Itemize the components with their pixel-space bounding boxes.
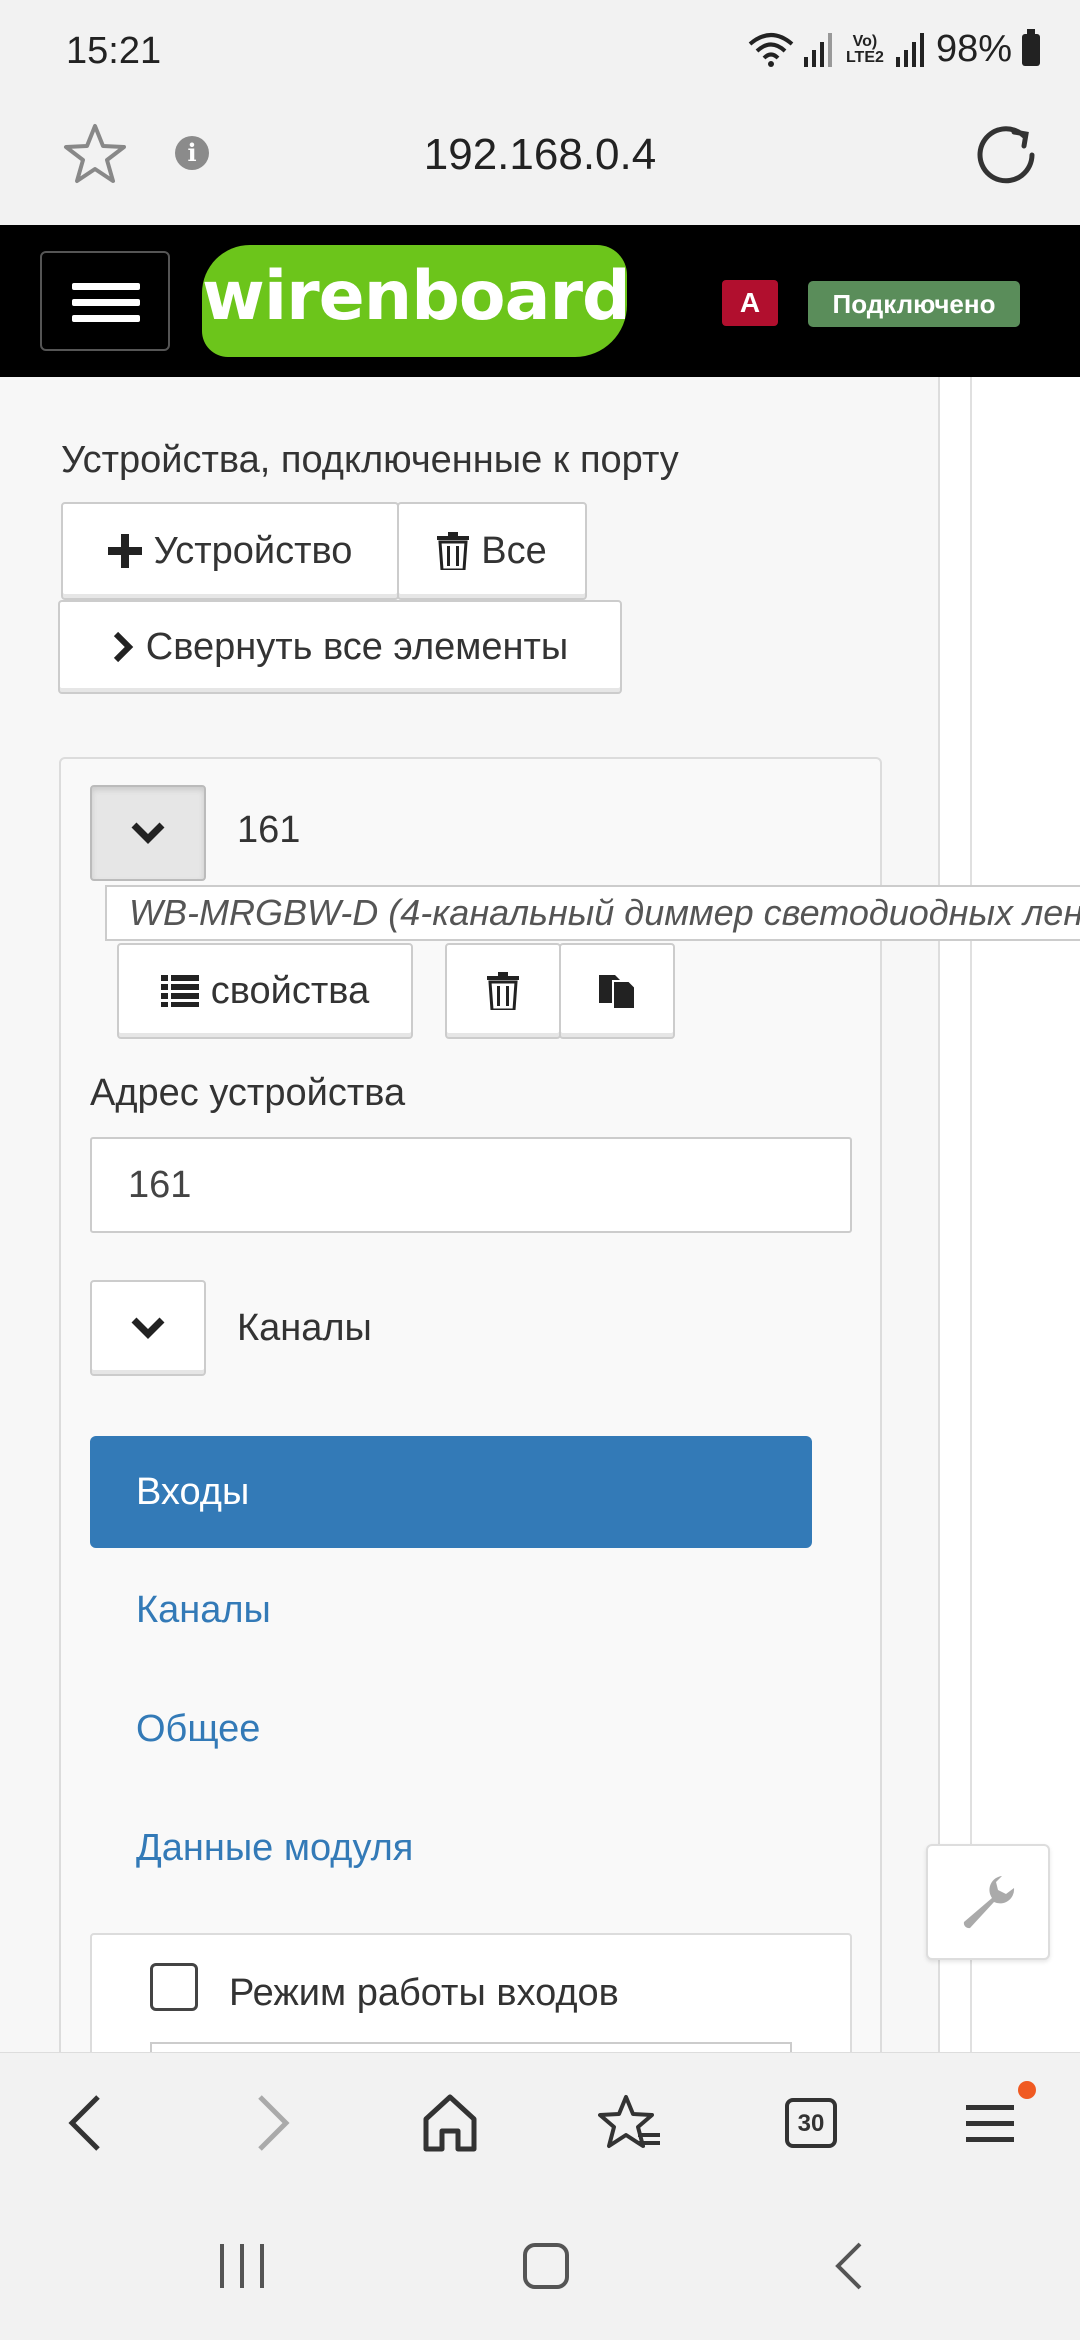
menu-icon-bar: [72, 283, 140, 290]
home-icon[interactable]: [422, 2093, 478, 2153]
properties-label: свойства: [210, 969, 370, 1012]
status-icons: Vo) LTE2 98%: [748, 28, 1040, 71]
delete-all-button[interactable]: Все: [397, 502, 587, 600]
chevron-down-icon: [131, 822, 165, 844]
wrench-icon: [963, 1876, 1015, 1929]
device-collapse-toggle[interactable]: [90, 785, 206, 881]
device-properties-button[interactable]: свойства: [117, 943, 413, 1039]
battery-percent: 98%: [935, 28, 1012, 70]
notification-dot: [1018, 2081, 1036, 2099]
back-system-icon[interactable]: [832, 2240, 866, 2292]
menu-button[interactable]: [40, 251, 170, 351]
device-type-select[interactable]: WB-MRGBW-D (4-канальный диммер светодиод…: [105, 885, 1080, 941]
copy-icon: [599, 975, 636, 1010]
trash-icon: [487, 972, 519, 1010]
status-bar: 15:21 Vo) LTE2 98%: [0, 0, 1080, 100]
chevron-down-icon: [131, 1317, 165, 1339]
app-navbar: wirenboard A Подключено: [0, 225, 1080, 377]
reload-icon[interactable]: [974, 122, 1040, 188]
inputs-mode-checkbox[interactable]: [150, 1963, 198, 2011]
badge-a: A: [722, 280, 778, 326]
wifi-icon: [748, 32, 794, 67]
add-device-button[interactable]: Устройство: [61, 502, 399, 600]
settings-wrench-button[interactable]: [926, 1844, 1050, 1960]
inputs-mode-select[interactable]: [150, 2042, 792, 2052]
tab-channels[interactable]: Каналы: [90, 1554, 812, 1666]
forward-icon[interactable]: [252, 2093, 292, 2153]
signal-icon-2: [895, 32, 924, 67]
home-system-icon[interactable]: [522, 2242, 570, 2290]
status-time: 15:21: [66, 30, 162, 72]
channels-collapse-toggle[interactable]: [90, 1280, 206, 1376]
menu-icon-bar: [72, 299, 140, 306]
divider: [970, 377, 972, 2052]
delete-all-label: Все: [481, 529, 547, 572]
device-number: 161: [237, 809, 301, 851]
signal-icon: [803, 32, 832, 67]
chevron-right-icon: [113, 631, 133, 663]
device-address-input[interactable]: 161: [90, 1137, 852, 1233]
menu-icon-bar: [72, 315, 140, 322]
collapse-all-button[interactable]: Свернуть все элементы: [58, 600, 622, 694]
inputs-mode-label: Режим работы входов: [229, 1972, 619, 2014]
channels-section-label: Каналы: [237, 1307, 372, 1349]
wirenboard-logo[interactable]: wirenboard: [202, 245, 631, 357]
connection-status-badge: Подключено: [808, 281, 1020, 327]
tabs-count-button[interactable]: 30: [785, 2098, 837, 2148]
browser-address-bar: i 192.168.0.4: [0, 100, 1080, 225]
tab-inputs[interactable]: Входы: [90, 1436, 812, 1548]
main-content: Устройства, подключенные к порту Устройс…: [0, 377, 1080, 2052]
delete-device-button[interactable]: [445, 943, 561, 1039]
copy-device-button[interactable]: [559, 943, 675, 1039]
bookmarks-icon[interactable]: [598, 2093, 662, 2153]
recent-apps-icon[interactable]: [218, 2242, 268, 2290]
browser-toolbar: 30: [0, 2052, 1080, 2192]
tab-module-data[interactable]: Данные модуля: [90, 1792, 812, 1904]
list-icon: [160, 975, 199, 1007]
collapse-all-label: Свернуть все элементы: [145, 625, 569, 668]
trash-icon: [437, 532, 470, 570]
lte-label: Vo) LTE2: [845, 32, 884, 66]
back-icon[interactable]: [66, 2093, 106, 2153]
device-address-label: Адрес устройства: [90, 1072, 406, 1114]
plus-icon: [107, 534, 142, 568]
url-field[interactable]: 192.168.0.4: [0, 130, 1080, 180]
system-nav-bar: [0, 2192, 1080, 2340]
port-devices-title: Устройства, подключенные к порту: [61, 439, 679, 481]
tab-general[interactable]: Общее: [90, 1673, 812, 1785]
browser-menu-icon[interactable]: [966, 2093, 1016, 2153]
add-device-label: Устройство: [153, 529, 353, 572]
battery-icon: [1022, 28, 1040, 66]
